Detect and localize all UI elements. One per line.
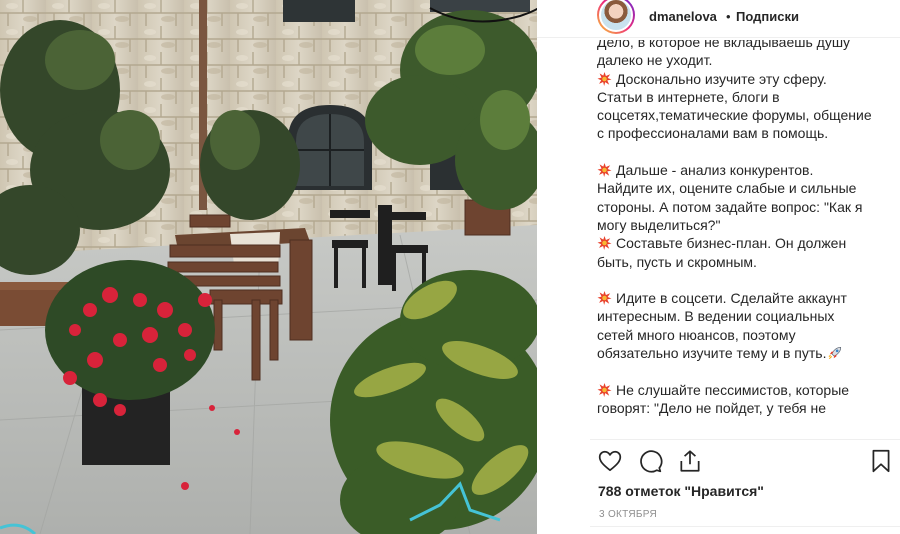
caption-text: интересным. В ведении социальных xyxy=(597,308,835,325)
caption-text: могу выделиться?" xyxy=(597,216,721,233)
caption-text: обязательно изучите тему и в путь. xyxy=(597,345,827,362)
caption-line: Статьи в интернете, блоги в xyxy=(597,88,897,106)
caption-line: Идите в соцсети. Сделайте аккаунт xyxy=(597,289,897,307)
caption-text: соцсетях,тематические форумы, общение xyxy=(597,107,872,124)
caption-line: стороны. А потом задайте вопрос: "Как я xyxy=(597,198,897,216)
collision-emoji-icon xyxy=(597,163,612,178)
post-photo[interactable] xyxy=(0,0,537,534)
caption-line: Не слушайте пессимистов, которые xyxy=(597,381,897,399)
collision-emoji-icon xyxy=(597,236,612,251)
caption-lines: Дело, в которое не вкладываешь душу далек… xyxy=(597,40,897,417)
caption-line: Досконально изучите эту сферу. xyxy=(597,70,897,88)
caption-line: могу выделиться?" xyxy=(597,216,897,234)
footer-divider xyxy=(590,526,900,527)
bookmark-icon[interactable] xyxy=(868,448,894,474)
caption-text: быть, пусть и скромным. xyxy=(597,253,757,270)
comment-icon[interactable] xyxy=(637,448,663,474)
rocket-emoji-icon xyxy=(828,346,842,360)
caption-text: с профессионалами вам в помощь. xyxy=(597,125,829,142)
caption-text: далеко не уходит. xyxy=(597,52,713,69)
caption-line: сетей много нюансов, поэтому xyxy=(597,326,897,344)
following-button[interactable]: Подписки xyxy=(736,9,799,24)
collision-emoji-icon xyxy=(597,71,612,86)
collision-emoji-icon xyxy=(597,291,612,306)
caption-text: Дело, в которое не вкладываешь душу xyxy=(597,40,851,50)
caption-text: сетей много нюансов, поэтому xyxy=(597,326,796,343)
caption-text: Дальше - анализ конкурентов. xyxy=(616,162,814,179)
heart-icon[interactable] xyxy=(597,448,623,474)
caption-line: Дело, в которое не вкладываешь душу xyxy=(597,40,897,51)
caption-text: говорят: "Дело не пойдет, у тебя не xyxy=(597,399,827,416)
collision-emoji-icon xyxy=(597,382,612,397)
header-separator: • xyxy=(726,9,731,24)
caption-line: Составьте бизнес-план. Он должен xyxy=(597,234,897,252)
caption-line: Дальше - анализ конкурентов. xyxy=(597,161,897,179)
post-caption: Дело, в которое не вкладываешь душу далек… xyxy=(597,40,897,440)
action-bar xyxy=(597,448,897,476)
caption-line: далеко не уходит. xyxy=(597,51,897,69)
caption-line: с профессионалами вам в помощь. xyxy=(597,124,897,142)
cafe-courtyard-image xyxy=(0,0,537,534)
post-side-panel: dmanelova • Подписки Дело, в которое не … xyxy=(537,0,900,534)
caption-line: говорят: "Дело не пойдет, у тебя не xyxy=(597,399,897,417)
like-count[interactable]: 788 отметок "Нравится" xyxy=(598,483,764,499)
caption-text: Составьте бизнес-план. Он должен xyxy=(616,235,847,252)
caption-text: Статьи в интернете, блоги в xyxy=(597,88,780,105)
caption-line: интересным. В ведении социальных xyxy=(597,307,897,325)
caption-text: Идите в соцсети. Сделайте аккаунт xyxy=(616,290,847,307)
caption-line: соцсетях,тематические форумы, общение xyxy=(597,106,897,124)
caption-line: Найдите их, оцените слабые и сильные xyxy=(597,179,897,197)
share-icon[interactable] xyxy=(677,448,703,474)
caption-line: обязательно изучите тему и в путь. xyxy=(597,344,897,362)
caption-line: быть, пусть и скромным. xyxy=(597,253,897,271)
username-link[interactable]: dmanelova xyxy=(649,9,717,24)
actions-divider xyxy=(590,439,900,440)
post-date[interactable]: 3 ОКТЯБРЯ xyxy=(599,509,657,520)
post-header: dmanelova • Подписки xyxy=(537,0,900,38)
avatar-image xyxy=(599,0,633,32)
caption-text: Не слушайте пессимистов, которые xyxy=(616,381,850,398)
caption-text: Найдите их, оцените слабые и сильные xyxy=(597,180,857,197)
caption-text: Досконально изучите эту сферу. xyxy=(616,70,827,87)
avatar[interactable] xyxy=(597,0,635,34)
caption-text: стороны. А потом задайте вопрос: "Как я xyxy=(597,198,863,215)
